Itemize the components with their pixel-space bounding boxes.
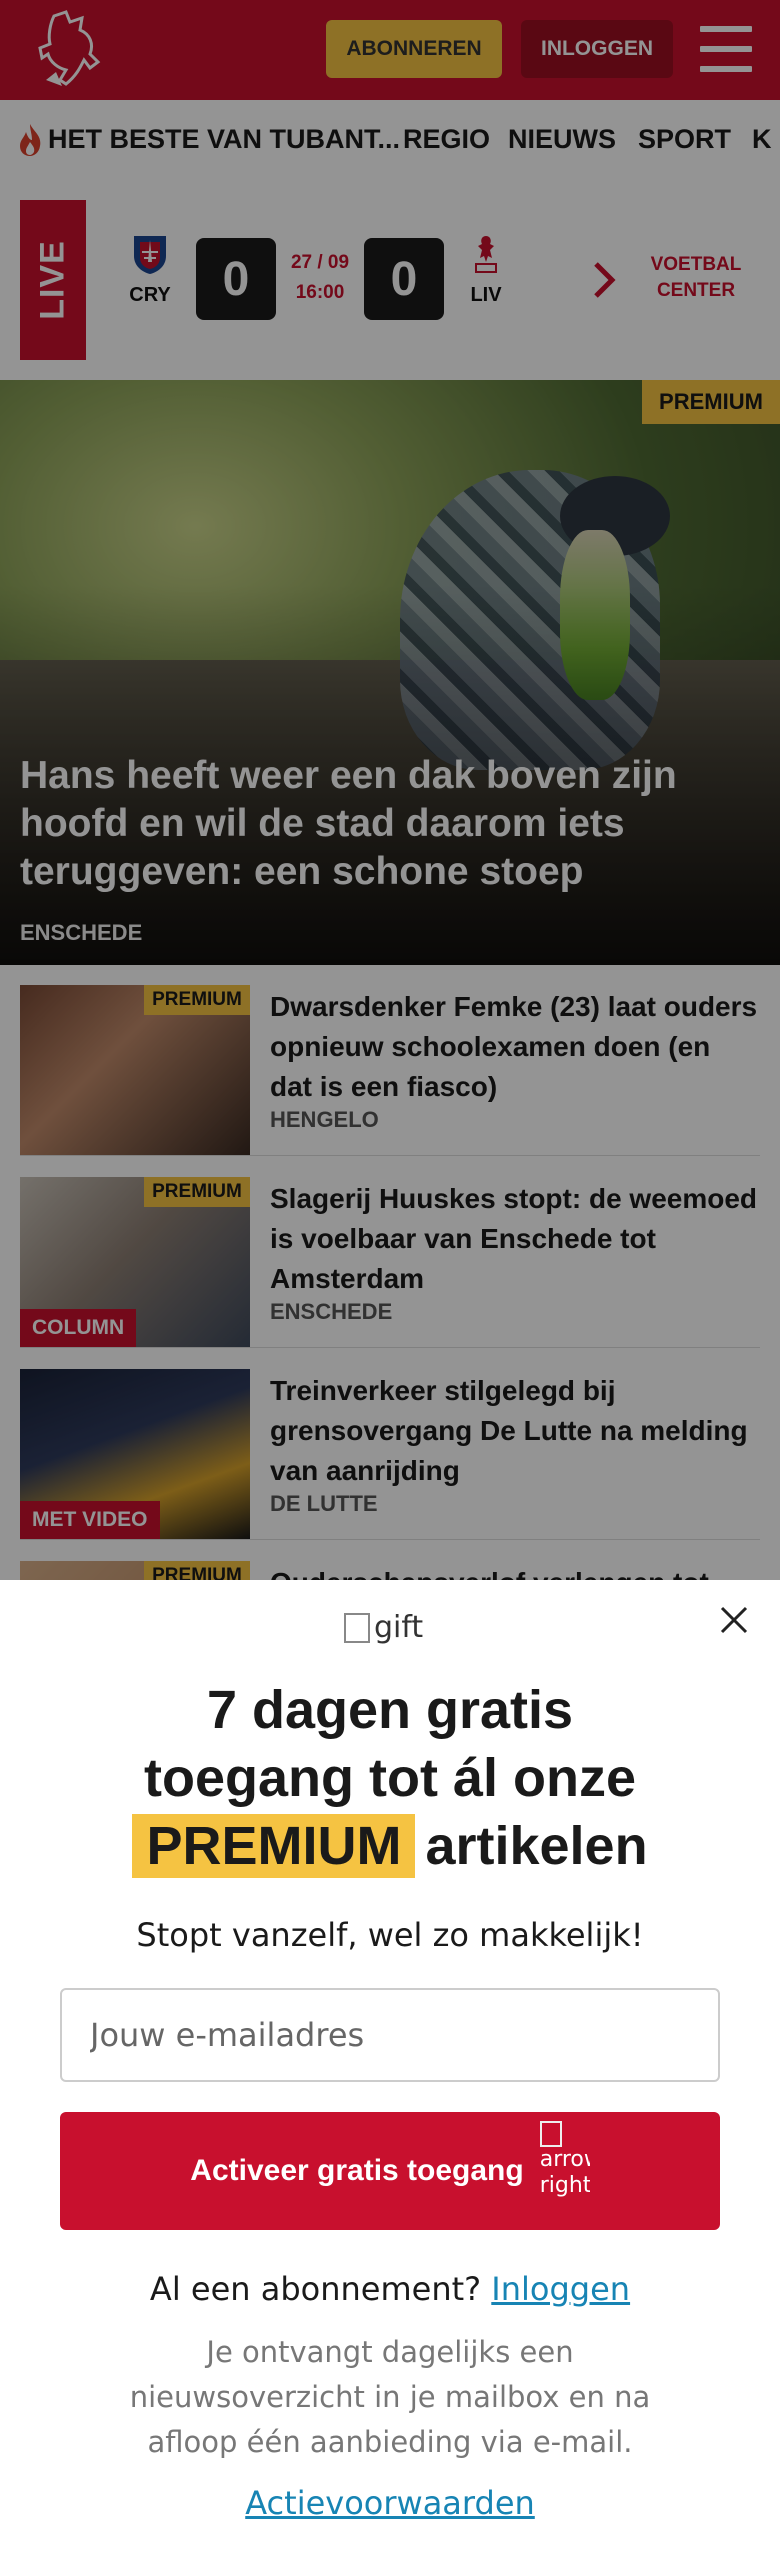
headline-line-1: 7 dagen gratis (206, 1680, 574, 1740)
email-field[interactable] (60, 1988, 720, 2082)
modal-subline: Stopt vanzelf, wel zo makkelijk! (136, 1916, 644, 1954)
activate-trial-label: Activeer gratis toegang (190, 2154, 524, 2187)
gift-alt-text: gift (374, 1610, 424, 1645)
close-icon[interactable] (716, 1602, 752, 1638)
modal-headline: 7 dagen gratis toegang tot ál onze PREMI… (0, 1676, 780, 1880)
premium-trial-modal: gift 7 dagen gratis toegang tot ál onze … (0, 1580, 780, 2560)
terms-link[interactable]: Actievoorwaarden (245, 2484, 535, 2522)
modal-disclaimer: Je ontvangt dagelijks een nieuwsoverzich… (129, 2335, 651, 2459)
broken-image-icon (344, 1612, 370, 1643)
headline-word-artikelen: artikelen (425, 1816, 648, 1876)
already-subscribed: Al een abonnement? Inloggen (0, 2270, 780, 2308)
arrow-right-icon: arrow right (539, 2121, 590, 2221)
already-text: Al een abonnement? (149, 2270, 482, 2308)
modal-backdrop[interactable] (0, 0, 780, 1580)
headline-line-3: PREMIUM artikelen (0, 1812, 780, 1880)
headline-premium-badge: PREMIUM (132, 1814, 416, 1878)
arrow-alt-text: arrow right (539, 2147, 590, 2198)
gift-icon: gift (344, 1610, 423, 1645)
terms-row: Actievoorwaarden (0, 2484, 780, 2522)
headline-line-2: toegang tot ál onze (144, 1748, 636, 1808)
broken-image-icon (539, 2121, 562, 2147)
activate-trial-button[interactable]: Activeer gratis toegang arrow right (60, 2112, 720, 2230)
inloggen-link[interactable]: Inloggen (491, 2270, 630, 2308)
